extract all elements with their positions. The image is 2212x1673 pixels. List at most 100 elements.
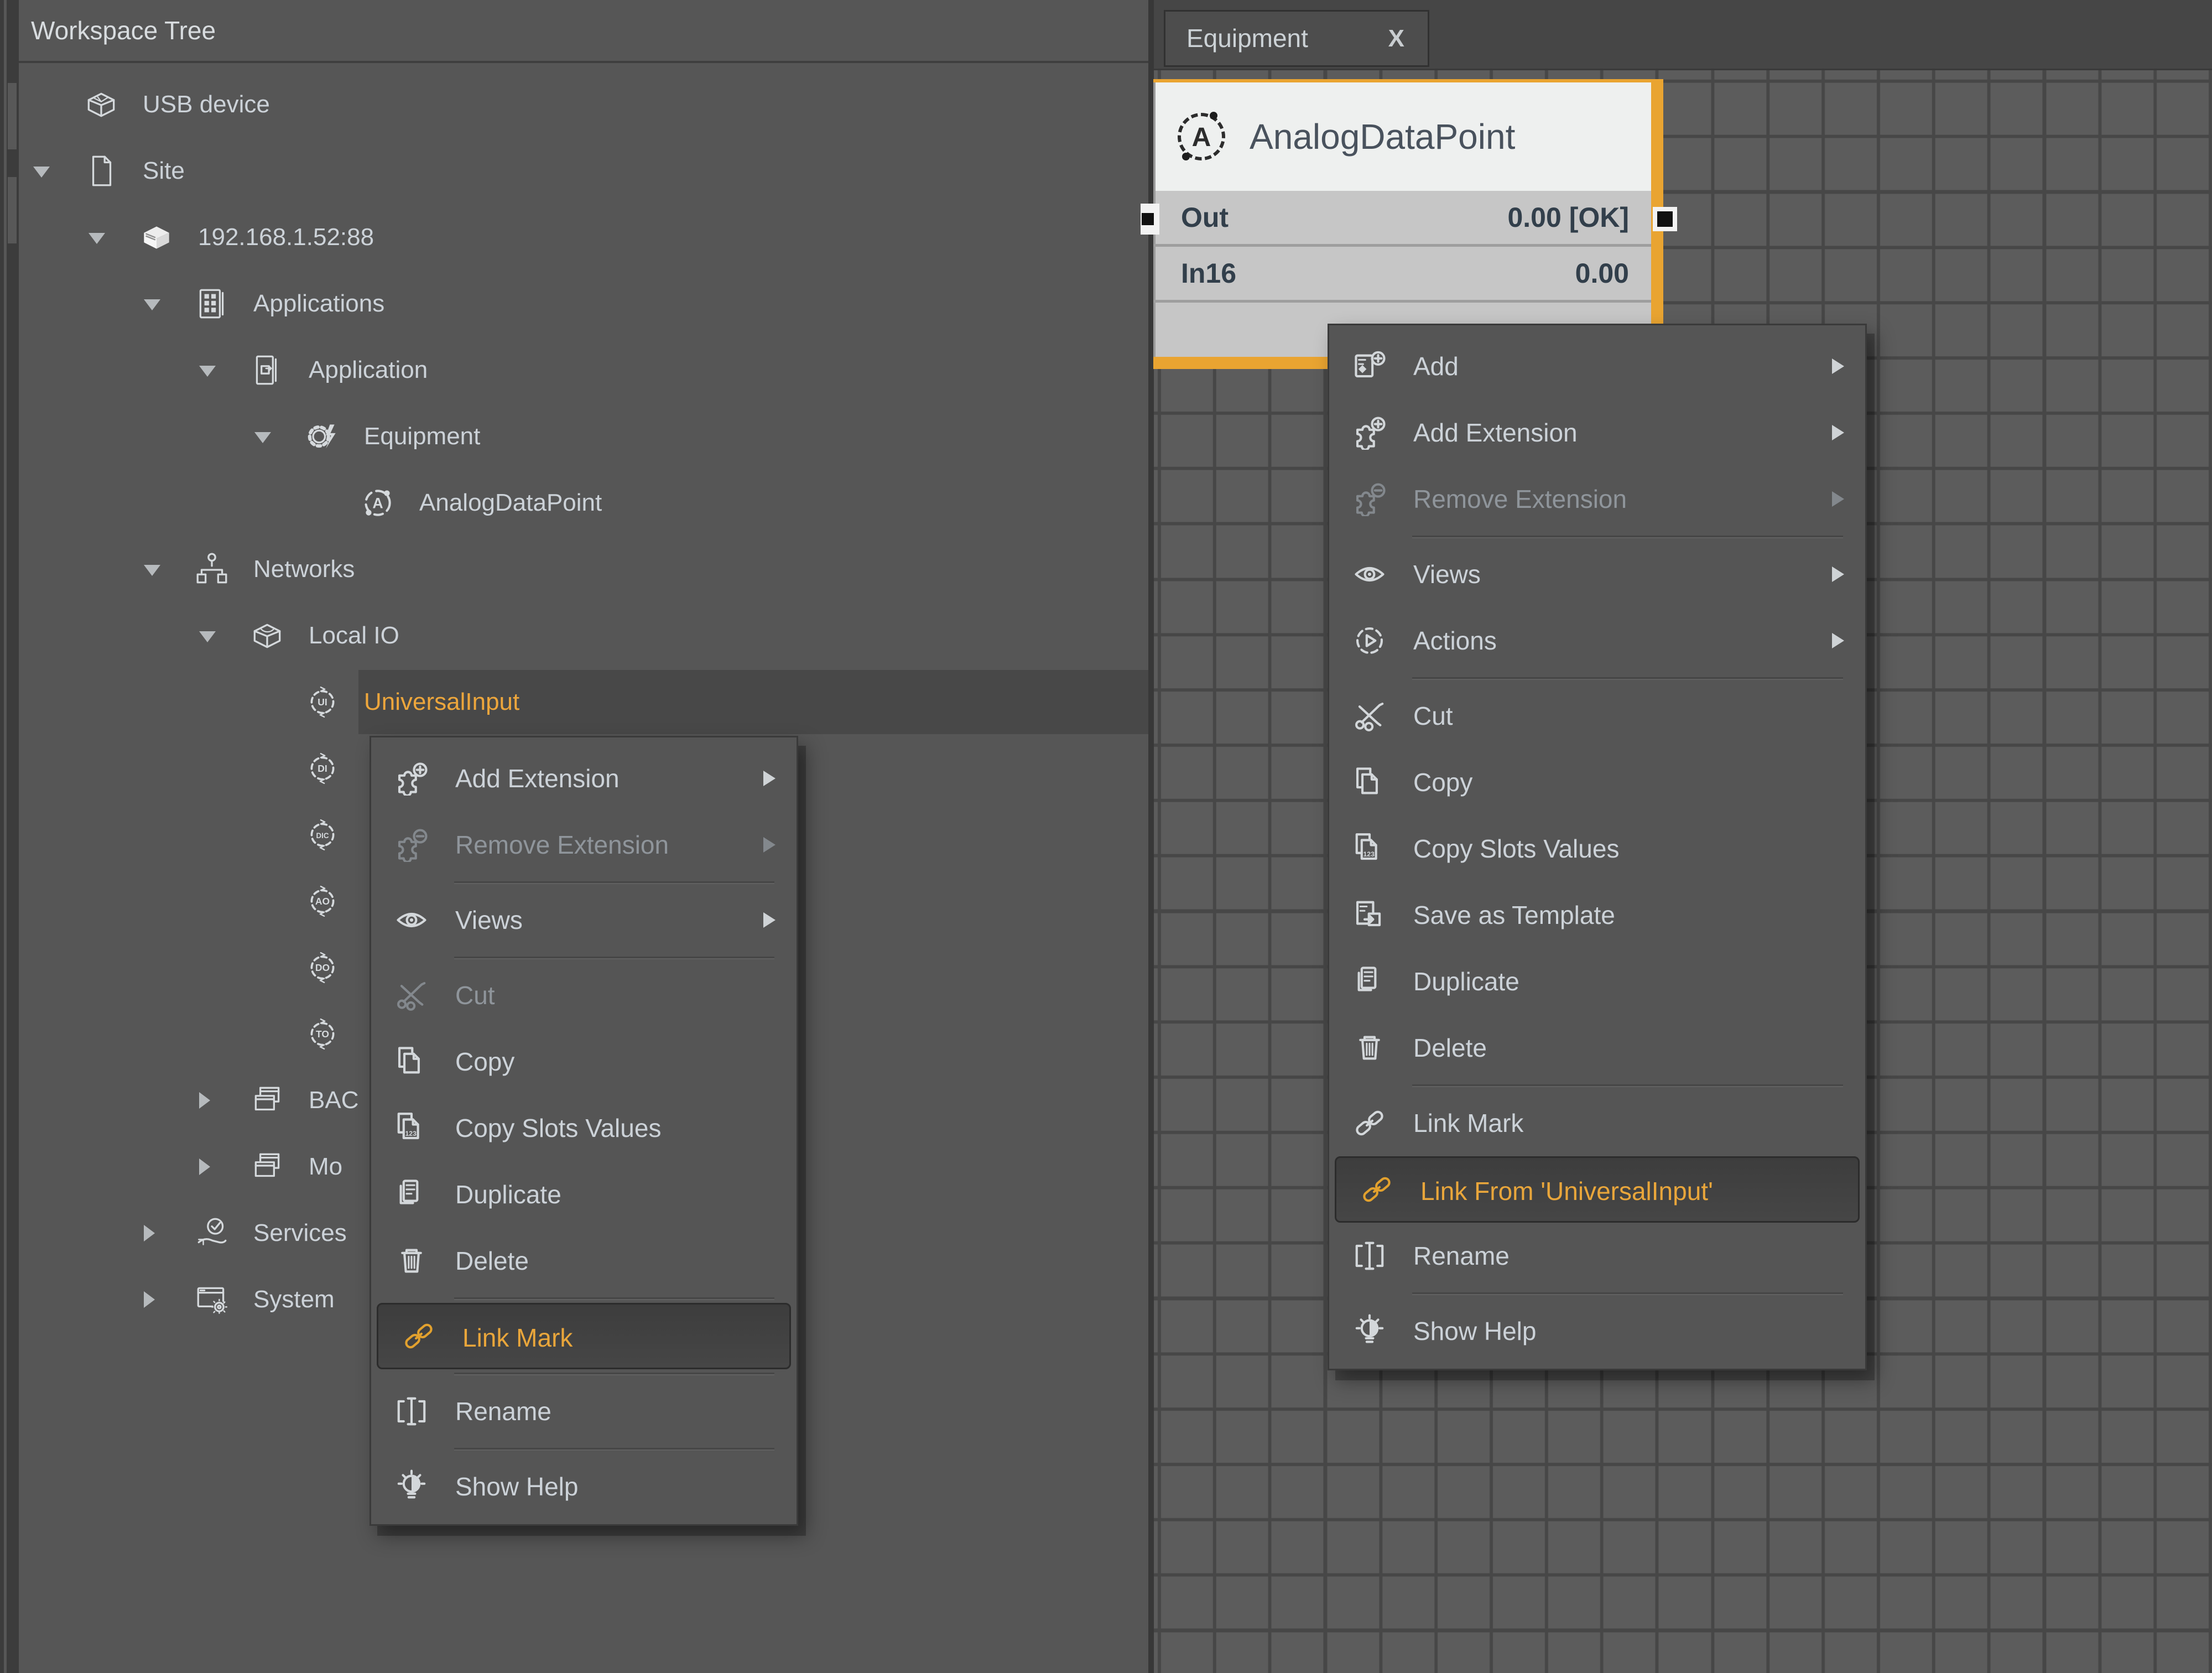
copy-slots-icon: 123 [394, 1111, 429, 1145]
menu-item-link-mark[interactable]: Link Mark [1329, 1090, 1865, 1156]
tree-context-menu: Add ExtensionRemove Extension Views CutCop… [369, 736, 798, 1526]
svg-text:123: 123 [405, 1130, 417, 1137]
tree-row-application[interactable]: Application [19, 337, 1148, 403]
menu-item-link-mark[interactable]: Link Mark [377, 1303, 791, 1369]
add-icon [1352, 349, 1387, 383]
copy-icon [394, 1045, 429, 1079]
menu-item-copy-slots-values[interactable]: 123Copy Slots Values [371, 1095, 797, 1161]
block-left-handle[interactable] [1141, 204, 1159, 235]
menu-item-label: Add [1413, 333, 1459, 399]
menu-item-remove-extension: Remove Extension [1329, 466, 1865, 532]
network-icon [194, 551, 230, 588]
expand-triangle-icon[interactable] [144, 1225, 155, 1241]
tree-row-universalinput[interactable]: UIUniversalInput [19, 669, 1148, 735]
expand-triangle-icon[interactable] [199, 1158, 210, 1175]
tree-header-separator [19, 61, 1148, 63]
menu-item-delete[interactable]: Delete [1329, 1015, 1865, 1081]
tree-row-local-io[interactable]: Local IO [19, 602, 1148, 669]
io-circle-icon: DI [304, 750, 341, 787]
tab-label: Equipment [1186, 12, 1308, 65]
menu-item-label: Rename [455, 1378, 551, 1445]
svg-text:DI: DI [318, 763, 327, 774]
menu-item-rename[interactable]: Rename [371, 1378, 797, 1445]
copy-icon [1352, 765, 1387, 799]
svg-text:123: 123 [1363, 850, 1375, 858]
tree-row-applications[interactable]: Applications [19, 271, 1148, 337]
duplicate-icon [394, 1177, 429, 1212]
block-header[interactable]: A AnalogDataPoint [1153, 82, 1651, 191]
tree-row-analogdatapoint[interactable]: AAnalogDataPoint [19, 470, 1148, 536]
controller-icon [138, 219, 175, 256]
block-slot-out[interactable]: Out0.00 [OK] [1153, 191, 1651, 244]
menu-item-label: Add Extension [1413, 399, 1578, 466]
collapse-triangle-icon[interactable] [144, 565, 160, 576]
menu-separator [454, 1373, 774, 1374]
menu-item-duplicate[interactable]: Duplicate [1329, 948, 1865, 1015]
menu-item-show-help[interactable]: Show Help [371, 1453, 797, 1520]
menu-item-label: Copy [1413, 749, 1472, 815]
submenu-arrow-icon [763, 837, 775, 853]
menu-item-add[interactable]: Add [1329, 333, 1865, 399]
menu-item-views[interactable]: Views [371, 887, 797, 953]
tree-row-equipment[interactable]: Equipment [19, 403, 1148, 470]
collapse-triangle-icon[interactable] [89, 233, 105, 244]
tab-close-icon[interactable]: X [1388, 12, 1404, 65]
menu-item-save-as-template[interactable]: Save as Template [1329, 882, 1865, 948]
block-title: AnalogDataPoint [1250, 82, 1515, 191]
tree-row-site[interactable]: Site [19, 138, 1148, 204]
menu-item-cut: Cut [371, 962, 797, 1028]
submenu-arrow-icon [1832, 567, 1844, 582]
menu-item-label: Remove Extension [455, 812, 669, 878]
menu-item-delete[interactable]: Delete [371, 1228, 797, 1294]
menu-item-show-help[interactable]: Show Help [1329, 1298, 1865, 1364]
tree-item-label: Mo [309, 1134, 342, 1200]
menu-item-cut[interactable]: Cut [1329, 683, 1865, 749]
collapse-triangle-icon[interactable] [199, 631, 216, 642]
tree-item-label: USB device [143, 71, 270, 138]
menu-item-label: Duplicate [1413, 948, 1519, 1015]
app-window: Workspace Tree USB deviceSite192.168.1.5… [0, 0, 2212, 1673]
svg-text:TO: TO [316, 1028, 329, 1040]
tree-row-192-168-1-52-88[interactable]: 192.168.1.52:88 [19, 204, 1148, 271]
menu-item-copy-slots-values[interactable]: 123 Copy Slots Values [1329, 815, 1865, 882]
services-icon [194, 1215, 230, 1251]
collapse-triangle-icon[interactable] [199, 366, 216, 377]
menu-item-views[interactable]: Views [1329, 541, 1865, 607]
collapse-triangle-icon[interactable] [254, 432, 271, 443]
delete-icon [1352, 1031, 1387, 1065]
menu-item-copy[interactable]: Copy [1329, 749, 1865, 815]
menu-item-duplicate[interactable]: Duplicate [371, 1161, 797, 1228]
menu-item-add-extension[interactable]: Add Extension [371, 745, 797, 812]
menu-item-label: Delete [455, 1228, 529, 1294]
collapse-triangle-icon[interactable] [144, 299, 160, 310]
block-slot-in16[interactable]: In160.00 [1153, 247, 1651, 300]
menu-item-link-from-universalinput[interactable]: Link From 'UniversalInput' [1335, 1156, 1860, 1223]
io-circle-icon: TO [304, 1016, 341, 1052]
tree-row-usb-device[interactable]: USB device [19, 71, 1148, 138]
equipment-icon [304, 418, 341, 455]
remove-extension-icon [1352, 482, 1387, 516]
block-right-handle[interactable] [1653, 207, 1677, 231]
tree-item-label: Applications [253, 271, 384, 337]
expand-triangle-icon[interactable] [144, 1291, 155, 1308]
tree-item-label: Site [143, 138, 185, 204]
tree-row-networks[interactable]: Networks [19, 536, 1148, 602]
expand-triangle-icon[interactable] [199, 1092, 210, 1109]
actions-icon [1352, 624, 1387, 658]
tree-item-label: System [253, 1266, 335, 1333]
menu-item-actions[interactable]: Actions [1329, 607, 1865, 674]
help-icon [394, 1469, 429, 1504]
menu-item-add-extension[interactable]: Add Extension [1329, 399, 1865, 466]
views-icon [1352, 557, 1387, 591]
menu-item-label: Link From 'UniversalInput' [1420, 1158, 1713, 1224]
menu-item-rename[interactable]: Rename [1329, 1223, 1865, 1289]
tab-equipment[interactable]: Equipment X [1164, 10, 1429, 67]
menu-item-label: Copy Slots Values [1413, 815, 1619, 882]
duplicate-icon [1352, 964, 1387, 999]
cut-icon [394, 978, 429, 1012]
menu-item-copy[interactable]: Copy [371, 1028, 797, 1095]
menu-separator [1412, 1292, 1843, 1294]
views-icon [394, 903, 429, 937]
copy-slots-icon: 123 [1352, 832, 1387, 866]
collapse-triangle-icon[interactable] [33, 167, 50, 178]
